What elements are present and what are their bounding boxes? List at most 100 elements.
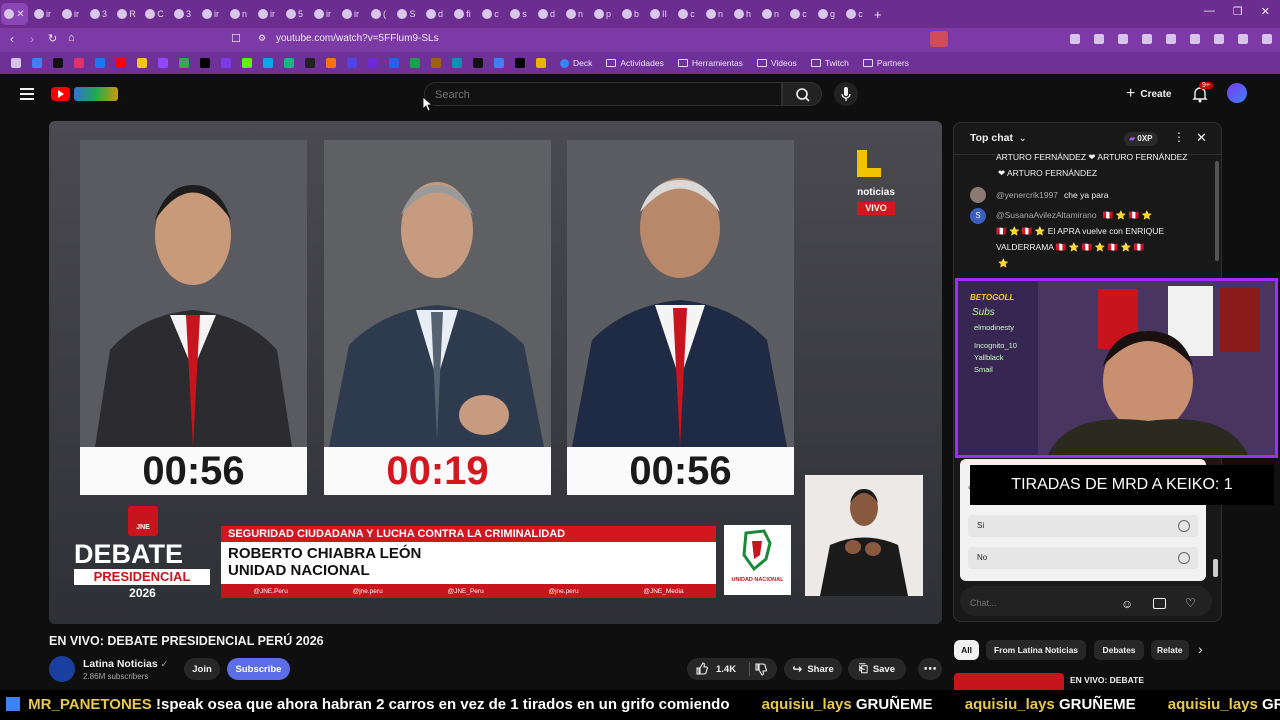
back-icon[interactable]: ‹: [10, 32, 14, 46]
browser-tab[interactable]: n: [701, 3, 728, 25]
save-button[interactable]: ⎗ Save: [848, 658, 906, 680]
bookmark-icon[interactable]: ☐: [231, 32, 241, 45]
bookmark-favicon-icon[interactable]: [200, 58, 210, 68]
bookmark-deck[interactable]: Deck: [560, 58, 592, 68]
reload-icon[interactable]: ↻: [48, 32, 57, 45]
bookmark-favicon-icon[interactable]: [263, 58, 273, 68]
poll-option-si[interactable]: Si: [968, 515, 1198, 537]
channel-name[interactable]: Latina Noticias ✓: [83, 658, 168, 670]
bookmark-favicon-icon[interactable]: [389, 58, 399, 68]
bookmark-favicon-icon[interactable]: [116, 58, 126, 68]
bookmark-favicon-icon[interactable]: [53, 58, 63, 68]
extension-icon[interactable]: [1070, 34, 1080, 44]
browser-tab[interactable]: d: [421, 3, 448, 25]
create-button[interactable]: + Create: [1116, 82, 1181, 106]
extension-icon[interactable]: [1262, 34, 1272, 44]
bookmark-folder-herramientas[interactable]: Herramientas: [677, 58, 743, 68]
bookmark-favicon-icon[interactable]: [284, 58, 294, 68]
notifications-button[interactable]: 9+: [1190, 82, 1213, 104]
extension-icon[interactable]: [1190, 34, 1200, 44]
account-avatar[interactable]: [1227, 83, 1247, 103]
minimize-icon[interactable]: —: [1204, 5, 1215, 18]
browser-tab[interactable]: R: [113, 3, 140, 25]
browser-tab[interactable]: ir: [253, 3, 280, 25]
browser-tab[interactable]: ir: [29, 3, 56, 25]
browser-tab[interactable]: ir: [197, 3, 224, 25]
poll-scrollbar[interactable]: [1213, 559, 1218, 577]
chip-all[interactable]: All: [954, 640, 979, 660]
browser-tab[interactable]: II: [645, 3, 672, 25]
music-icon[interactable]: [1166, 34, 1176, 44]
chat-input[interactable]: [970, 592, 1120, 614]
heart-icon[interactable]: ♡: [1185, 596, 1196, 610]
bookmark-favicon-icon[interactable]: [305, 58, 315, 68]
browser-tab[interactable]: fi: [449, 3, 476, 25]
recommended-title[interactable]: EN VIVO: DEBATE: [1070, 675, 1144, 685]
browser-tab[interactable]: c: [841, 3, 868, 25]
bookmark-favicon-icon[interactable]: [431, 58, 441, 68]
chat-points-badge[interactable]: ▰ 0XP: [1124, 132, 1158, 146]
browser-tab[interactable]: s: [505, 3, 532, 25]
browser-tab[interactable]: c: [477, 3, 504, 25]
browser-tab[interactable]: C: [141, 3, 168, 25]
bookmark-favicon-icon[interactable]: [95, 58, 105, 68]
browser-tab[interactable]: ir: [337, 3, 364, 25]
chevron-right-icon[interactable]: ›: [1198, 641, 1203, 657]
bookmark-folder-partners[interactable]: Partners: [862, 58, 909, 68]
browser-tab[interactable]: d: [533, 3, 560, 25]
bookmark-favicon-icon[interactable]: [137, 58, 147, 68]
bookmark-favicon-icon[interactable]: [32, 58, 42, 68]
browser-tab[interactable]: n: [561, 3, 588, 25]
browser-tab[interactable]: 5: [281, 3, 308, 25]
bookmark-favicon-icon[interactable]: [515, 58, 525, 68]
more-actions-button[interactable]: ⋯: [918, 658, 942, 680]
chip-debates[interactable]: Debates: [1094, 640, 1144, 660]
hamburger-menu-icon[interactable]: [20, 88, 34, 100]
share-button[interactable]: ↪ Share: [784, 658, 842, 680]
browser-tab[interactable]: h: [729, 3, 756, 25]
chip-related[interactable]: Relate: [1151, 640, 1189, 660]
browser-tab[interactable]: n: [757, 3, 784, 25]
super-chat-icon[interactable]: [1153, 598, 1166, 609]
browser-tab-active[interactable]: ✕: [1, 3, 28, 25]
youtube-logo-icon[interactable]: [51, 87, 70, 101]
bookmark-favicon-icon[interactable]: [221, 58, 231, 68]
bookmark-folder-twitch[interactable]: Twitch: [810, 58, 849, 68]
browser-tab[interactable]: ir: [309, 3, 336, 25]
video-player[interactable]: noticias VIVO 00:56 00:19 00:56 JNE DEBA…: [49, 121, 942, 624]
extension-icon[interactable]: [1142, 34, 1152, 44]
join-button[interactable]: Join: [184, 658, 220, 680]
bookmark-favicon-icon[interactable]: [326, 58, 336, 68]
bookmark-favicon-icon[interactable]: [158, 58, 168, 68]
bookmark-favicon-icon[interactable]: [74, 58, 84, 68]
chat-user-avatar[interactable]: S: [970, 208, 986, 224]
bookmark-folder-actividades[interactable]: Actividades: [606, 58, 664, 68]
bookmark-favicon-icon[interactable]: [473, 58, 483, 68]
bookmark-favicon-icon[interactable]: [368, 58, 378, 68]
search-input[interactable]: [435, 87, 765, 103]
extension-icon[interactable]: [1094, 34, 1104, 44]
bookmark-favicon-icon[interactable]: [410, 58, 420, 68]
browser-tab[interactable]: 3: [169, 3, 196, 25]
apps-icon[interactable]: [11, 58, 21, 68]
dislike-button[interactable]: [754, 662, 768, 676]
close-window-icon[interactable]: ✕: [1261, 5, 1270, 18]
like-button[interactable]: 1.4K: [695, 662, 736, 676]
extension-icon[interactable]: [1118, 34, 1128, 44]
browser-tab[interactable]: c: [785, 3, 812, 25]
chat-user-avatar[interactable]: [970, 187, 986, 203]
bookmark-folder-videos[interactable]: Videos: [756, 58, 797, 68]
browser-tab[interactable]: b: [617, 3, 644, 25]
bookmark-favicon-icon[interactable]: [179, 58, 189, 68]
chat-mode-dropdown[interactable]: Top chat ⌄: [970, 132, 1026, 144]
subscribe-button[interactable]: Subscribe: [227, 658, 290, 680]
doodle-logo-icon[interactable]: [74, 87, 118, 101]
recommended-thumbnail[interactable]: [954, 673, 1064, 690]
browser-tab[interactable]: c: [673, 3, 700, 25]
browser-tab[interactable]: g: [813, 3, 840, 25]
browser-tab[interactable]: (: [365, 3, 392, 25]
extension-icon[interactable]: [1238, 34, 1248, 44]
voice-search-button[interactable]: [834, 82, 858, 106]
search-button[interactable]: [782, 82, 822, 106]
poll-option-no[interactable]: No: [968, 547, 1198, 569]
